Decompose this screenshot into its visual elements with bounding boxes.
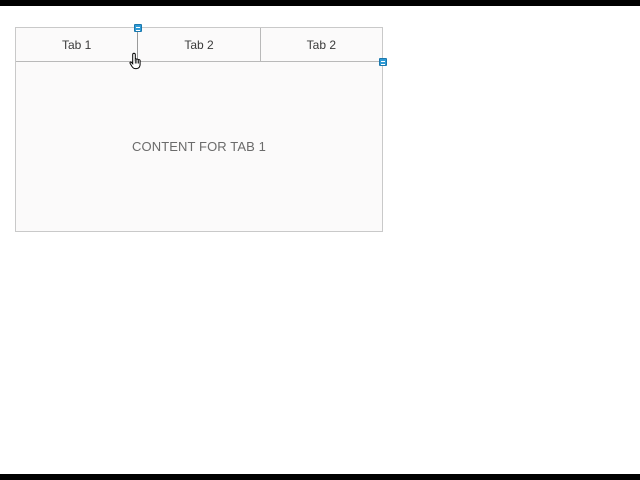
resize-handle-icon[interactable] <box>379 58 387 66</box>
tab-widget: Tab 1 Tab 2 Tab 2 CONTENT FOR TAB 1 <box>15 27 383 232</box>
tab-1-label: Tab 1 <box>61 37 92 52</box>
hand-pointer-icon <box>129 52 141 70</box>
tab-3[interactable]: Tab 2 <box>259 28 382 61</box>
tab-content-panel: CONTENT FOR TAB 1 <box>16 62 382 231</box>
tab-1[interactable]: Tab 1 <box>16 28 137 61</box>
tab-3-label: Tab 2 <box>306 37 336 52</box>
tab-2-label: Tab 2 <box>184 37 214 52</box>
tab-content-text: CONTENT FOR TAB 1 <box>132 139 266 154</box>
screen-top-border <box>0 0 640 6</box>
screen-bottom-border <box>0 474 640 480</box>
tab-2[interactable]: Tab 2 <box>137 28 259 61</box>
tab-strip: Tab 1 Tab 2 Tab 2 <box>16 28 382 62</box>
resize-handle-icon[interactable] <box>134 24 142 32</box>
